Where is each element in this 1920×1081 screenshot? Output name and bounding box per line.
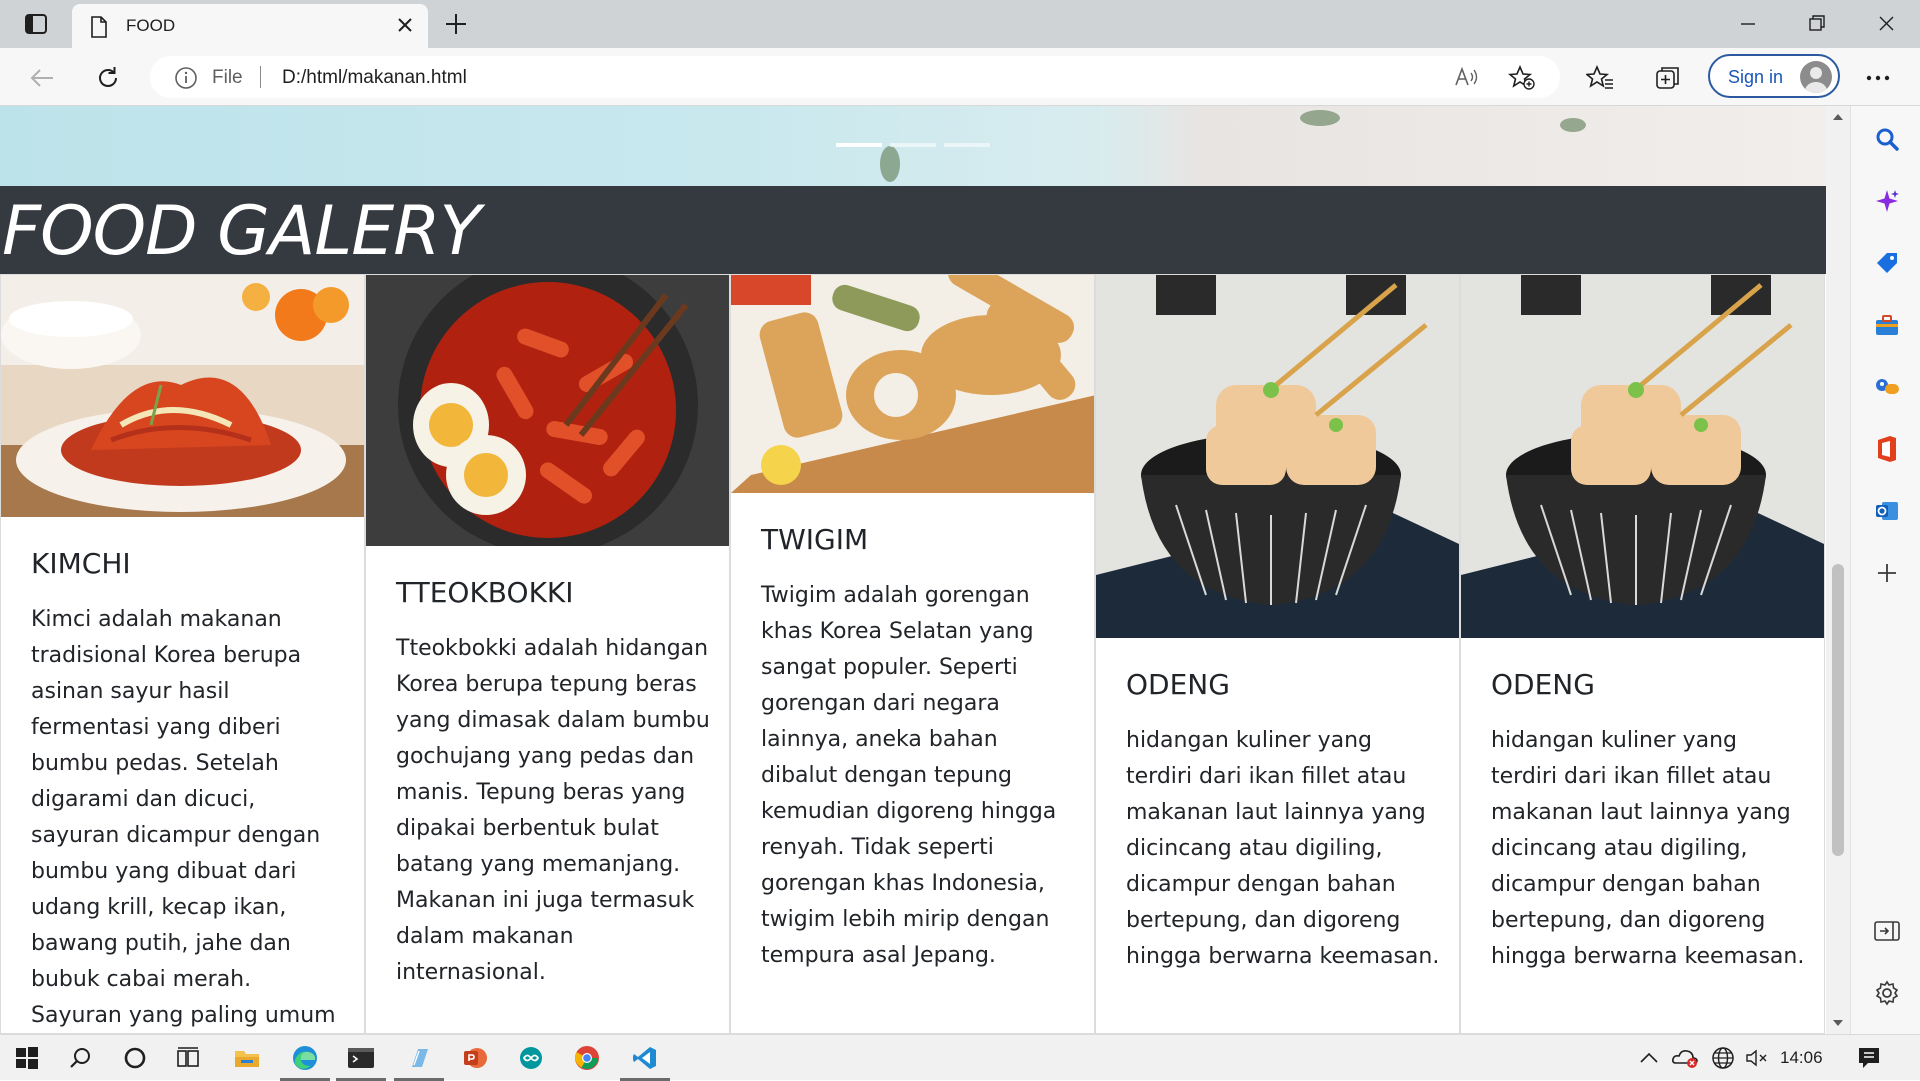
food-card-row: KIMCHI Kimci adalah makanan tradisional …	[0, 274, 1826, 1034]
kimchi-photo	[1, 275, 364, 517]
card-body: ODENG hidangan kuliner yang terdiri dari…	[1126, 668, 1443, 975]
back-arrow-icon[interactable]	[26, 62, 58, 94]
hero-photo-detail	[880, 146, 900, 182]
gallery-title: FOOD GALERY	[2, 192, 481, 271]
page-viewport: FOOD GALERY KIMCHI Kimci adalah makanan …	[0, 106, 1826, 1034]
tab-close-icon[interactable]	[396, 16, 414, 38]
card-title: ODENG	[1126, 668, 1230, 701]
add-sidebar-icon[interactable]	[1872, 558, 1902, 588]
refresh-icon[interactable]	[92, 62, 124, 94]
volume-muted-icon[interactable]	[1740, 1041, 1774, 1075]
page-icon	[90, 16, 108, 42]
card-title: TWIGIM	[761, 523, 869, 556]
terminal-icon[interactable]	[336, 1041, 386, 1081]
shopping-tag-icon[interactable]	[1872, 248, 1902, 278]
file-explorer-icon[interactable]	[230, 1041, 264, 1075]
card-text: Tteokbokki adalah hidangan Korea berupa …	[396, 636, 710, 985]
card-text: Twigim adalah gorengan khas Korea Selata…	[761, 583, 1057, 968]
browser-toolbar: File D:/html/makanan.html Sign in	[0, 48, 1920, 106]
address-bar[interactable]: File D:/html/makanan.html	[150, 56, 1560, 98]
favorites-icon[interactable]	[1584, 62, 1616, 94]
chrome-icon[interactable]	[570, 1041, 604, 1075]
taskbar-search-icon[interactable]	[64, 1041, 98, 1075]
windows-taskbar: 14:06	[0, 1034, 1920, 1081]
card-title: ODENG	[1491, 668, 1595, 701]
notifications-icon[interactable]	[1852, 1041, 1886, 1075]
url-scheme-label: File	[212, 67, 243, 88]
powerpoint-icon[interactable]	[458, 1041, 492, 1075]
arduino-icon[interactable]	[514, 1041, 548, 1075]
notepad-app-icon[interactable]	[394, 1041, 444, 1081]
food-card: ODENG hidangan kuliner yang terdiri dari…	[1095, 274, 1460, 1034]
card-body: ODENG hidangan kuliner yang terdiri dari…	[1491, 668, 1808, 975]
collections-icon[interactable]	[1652, 62, 1684, 94]
hide-sidebar-icon[interactable]	[1872, 916, 1902, 946]
browser-tab[interactable]: FOOD	[72, 4, 428, 48]
info-icon[interactable]	[174, 66, 198, 94]
outlook-icon[interactable]	[1872, 496, 1902, 526]
card-title: TTEOKBOKKI	[396, 576, 574, 609]
card-text: Kimci adalah makanan tradisional Korea b…	[31, 607, 336, 1028]
carousel-indicator[interactable]	[836, 143, 882, 147]
url-text[interactable]: D:/html/makanan.html	[282, 67, 467, 89]
more-options-icon[interactable]	[1862, 62, 1894, 94]
new-tab-icon[interactable]	[442, 10, 470, 38]
food-card: ODENG hidangan kuliner yang terdiri dari…	[1460, 274, 1825, 1034]
tab-actions-icon[interactable]	[14, 10, 58, 38]
tab-strip: FOOD	[0, 0, 1920, 48]
sign-in-label: Sign in	[1728, 67, 1784, 87]
card-text: hidangan kuliner yang terdiri dari ikan …	[1491, 728, 1805, 969]
onedrive-error-icon[interactable]	[1668, 1041, 1702, 1075]
food-card: TWIGIM Twigim adalah gorengan khas Korea…	[730, 274, 1095, 1034]
hero-photo-detail	[1560, 118, 1586, 132]
task-view-icon[interactable]	[172, 1041, 206, 1075]
taskbar-clock[interactable]: 14:06	[1780, 1048, 1823, 1068]
page-scrollbar[interactable]	[1826, 106, 1850, 1034]
tab-title: FOOD	[126, 16, 176, 35]
close-window-icon[interactable]	[1866, 10, 1906, 38]
card-body: TWIGIM Twigim adalah gorengan khas Korea…	[761, 523, 1078, 974]
sign-in-button[interactable]: Sign in	[1708, 54, 1840, 98]
gallery-header: FOOD GALERY	[0, 186, 1826, 274]
food-card: TTEOKBOKKI Tteokbokki adalah hidangan Ko…	[365, 274, 730, 1034]
search-icon[interactable]	[1872, 124, 1902, 154]
add-favorite-icon[interactable]	[1507, 64, 1536, 95]
games-icon[interactable]	[1872, 372, 1902, 402]
cortana-circle-icon[interactable]	[118, 1041, 152, 1075]
tteokbokki-photo	[366, 275, 729, 546]
show-hidden-icons-chevron-icon[interactable]	[1632, 1041, 1666, 1075]
hero-photo-detail	[1300, 110, 1340, 126]
minimize-icon[interactable]	[1728, 10, 1768, 38]
office-icon[interactable]	[1872, 434, 1902, 464]
read-aloud-icon[interactable]	[1454, 65, 1480, 93]
tools-briefcase-icon[interactable]	[1872, 310, 1902, 340]
carousel-indicator[interactable]	[944, 143, 990, 147]
carousel-indicator[interactable]	[890, 143, 936, 147]
scroll-down-icon[interactable]	[1832, 1018, 1844, 1028]
card-body: TTEOKBOKKI Tteokbokki adalah hidangan Ko…	[396, 576, 713, 991]
card-title: KIMCHI	[31, 547, 131, 580]
carousel-hero	[0, 106, 1826, 186]
network-globe-icon[interactable]	[1706, 1041, 1740, 1075]
copilot-sparkle-icon[interactable]	[1872, 186, 1902, 216]
edge-sidebar	[1850, 106, 1920, 1034]
vscode-icon[interactable]	[620, 1041, 670, 1081]
odeng-photo	[1096, 275, 1459, 638]
start-windows-icon[interactable]	[10, 1041, 44, 1075]
odeng-photo	[1461, 275, 1824, 638]
scrollbar-thumb[interactable]	[1832, 564, 1844, 856]
card-body: KIMCHI Kimci adalah makanan tradisional …	[31, 547, 348, 1033]
avatar-icon	[1800, 61, 1832, 93]
scroll-up-icon[interactable]	[1832, 112, 1844, 122]
edge-browser-icon[interactable]	[280, 1041, 330, 1081]
settings-gear-icon[interactable]	[1872, 978, 1902, 1008]
twigim-photo	[731, 275, 1094, 493]
food-card: KIMCHI Kimci adalah makanan tradisional …	[0, 274, 365, 1034]
card-text: hidangan kuliner yang terdiri dari ikan …	[1126, 728, 1440, 969]
restore-icon[interactable]	[1796, 10, 1836, 38]
address-divider	[260, 66, 261, 88]
